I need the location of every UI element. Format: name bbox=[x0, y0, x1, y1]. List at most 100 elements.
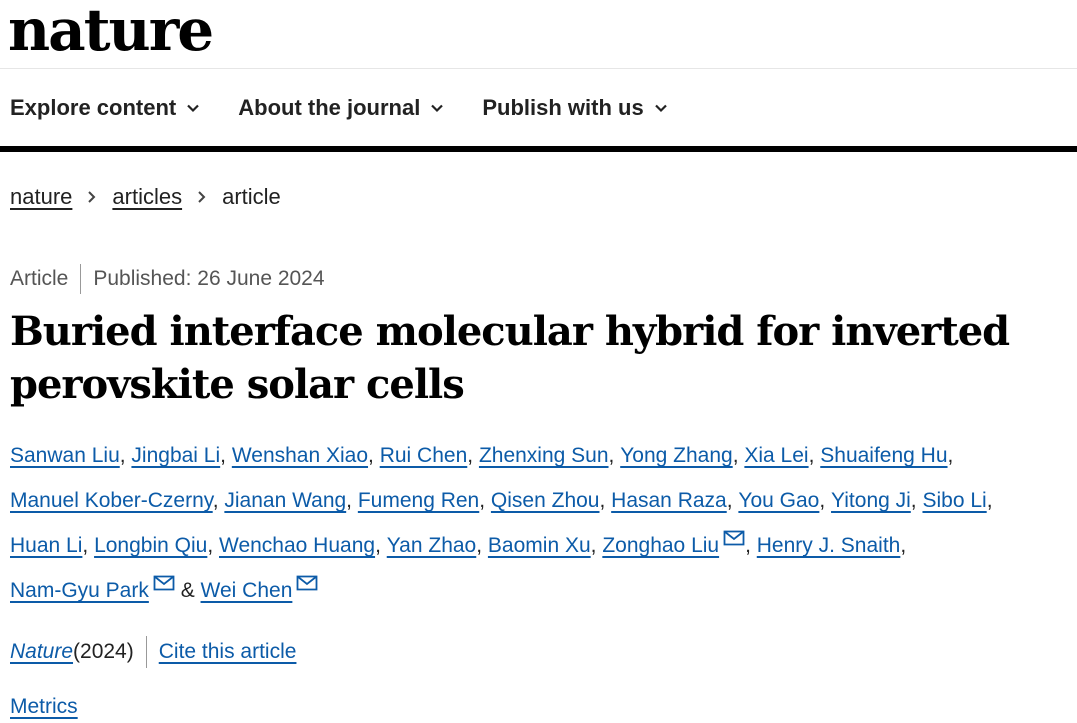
breadcrumb-articles[interactable]: articles bbox=[112, 184, 182, 210]
mail-icon[interactable] bbox=[153, 575, 175, 591]
published-date: Published: 26 June 2024 bbox=[93, 267, 325, 290]
author-separator: , bbox=[212, 489, 225, 512]
author-item: Wei Chen bbox=[201, 575, 319, 602]
author-link[interactable]: Fumeng Ren bbox=[358, 489, 479, 512]
mail-icon[interactable] bbox=[296, 575, 318, 591]
author-link[interactable]: Huan Li bbox=[10, 534, 82, 557]
author-link[interactable]: Zonghao Liu bbox=[602, 534, 719, 557]
author-separator: , bbox=[599, 489, 612, 512]
metrics-link[interactable]: Metrics bbox=[10, 695, 78, 719]
author-item: Yan Zhao, bbox=[387, 534, 488, 557]
author-link[interactable]: Sanwan Liu bbox=[10, 444, 120, 467]
author-link[interactable]: Longbin Qiu bbox=[94, 534, 207, 557]
chevron-down-icon bbox=[187, 104, 200, 113]
meta-divider bbox=[80, 264, 82, 294]
cite-this-article-link[interactable]: Cite this article bbox=[159, 640, 297, 664]
author-item: Jianan Wang, bbox=[224, 489, 357, 512]
author-link[interactable]: Baomin Xu bbox=[488, 534, 591, 557]
author-separator: , bbox=[476, 534, 488, 557]
author-link[interactable]: Jianan Wang bbox=[224, 489, 346, 512]
author-separator: , bbox=[119, 444, 132, 467]
nav-publish-with-us[interactable]: Publish with us bbox=[482, 95, 667, 121]
author-separator: , bbox=[207, 534, 219, 557]
nav-label: Publish with us bbox=[482, 95, 644, 120]
author-item: Baomin Xu, bbox=[488, 534, 602, 557]
author-link[interactable]: Qisen Zhou bbox=[491, 489, 600, 512]
author-item: Manuel Kober-Czerny, bbox=[10, 489, 224, 512]
author-link[interactable]: Nam-Gyu Park bbox=[10, 579, 149, 602]
author-item: You Gao, bbox=[738, 489, 831, 512]
author-link[interactable]: Wenchao Huang bbox=[219, 534, 375, 557]
chevron-down-icon bbox=[654, 104, 667, 113]
author-item: Hasan Raza, bbox=[611, 489, 738, 512]
author-separator: , bbox=[726, 489, 739, 512]
citation-line: Nature (2024) Cite this article bbox=[10, 636, 296, 668]
author-item: Yong Zhang, bbox=[620, 444, 744, 467]
author-link[interactable]: Manuel Kober-Czerny bbox=[10, 489, 213, 512]
breadcrumb-nature[interactable]: nature bbox=[10, 184, 72, 210]
publication-year: (2024) bbox=[73, 640, 134, 663]
nav-rule bbox=[0, 146, 1077, 152]
author-separator: , bbox=[82, 534, 95, 557]
chevron-right-icon bbox=[198, 191, 206, 203]
author-separator: , bbox=[479, 489, 491, 512]
nav-label: About the journal bbox=[238, 95, 421, 120]
author-link[interactable]: Yan Zhao bbox=[387, 534, 477, 557]
author-separator: , bbox=[608, 444, 621, 467]
author-item: Huan Li, bbox=[10, 534, 94, 557]
author-item: Zhenxing Sun, bbox=[479, 444, 620, 467]
nav-label: Explore content bbox=[10, 95, 177, 120]
nature-logo[interactable]: nature bbox=[8, 0, 214, 66]
author-separator: , bbox=[808, 444, 821, 467]
author-item: Henry J. Snaith, bbox=[757, 534, 906, 557]
author-link[interactable]: Wei Chen bbox=[201, 579, 293, 602]
author-separator: , bbox=[900, 534, 907, 557]
author-item: Shuaifeng Hu, bbox=[820, 444, 953, 467]
article-type: Article bbox=[10, 267, 69, 290]
author-separator: , bbox=[467, 444, 479, 467]
author-link[interactable]: Yong Zhang bbox=[620, 444, 733, 467]
author-separator: , bbox=[745, 534, 757, 557]
author-item: Xia Lei, bbox=[744, 444, 820, 467]
author-item: Sibo Li, bbox=[922, 489, 992, 512]
author-link[interactable]: Henry J. Snaith bbox=[757, 534, 901, 557]
author-link[interactable]: Xia Lei bbox=[744, 444, 808, 467]
author-item: Sanwan Liu, bbox=[10, 444, 131, 467]
header-divider bbox=[0, 68, 1077, 69]
author-separator: , bbox=[346, 489, 358, 512]
author-item: Fumeng Ren, bbox=[358, 489, 491, 512]
nav-explore-content[interactable]: Explore content bbox=[10, 95, 200, 121]
author-link[interactable]: Shuaifeng Hu bbox=[820, 444, 947, 467]
journal-link[interactable]: Nature bbox=[10, 640, 73, 664]
author-item: Nam-Gyu Park & bbox=[10, 575, 201, 602]
main-nav: Explore content About the journal Publis… bbox=[10, 90, 706, 126]
article-meta: Article Published: 26 June 2024 bbox=[10, 263, 325, 295]
author-link[interactable]: Yitong Ji bbox=[831, 489, 911, 512]
author-item: Zonghao Liu, bbox=[602, 530, 757, 557]
author-separator: , bbox=[947, 444, 954, 467]
author-link[interactable]: Hasan Raza bbox=[611, 489, 727, 512]
author-link[interactable]: Zhenxing Sun bbox=[479, 444, 609, 467]
author-link[interactable]: Rui Chen bbox=[380, 444, 468, 467]
author-link[interactable]: Jingbai Li bbox=[131, 444, 220, 467]
nav-about-the-journal[interactable]: About the journal bbox=[238, 95, 444, 121]
author-item: Qisen Zhou, bbox=[491, 489, 611, 512]
author-separator: , bbox=[732, 444, 745, 467]
author-separator: , bbox=[910, 489, 923, 512]
author-item: Jingbai Li, bbox=[131, 444, 231, 467]
author-link[interactable]: Sibo Li bbox=[922, 489, 986, 512]
author-separator: , bbox=[819, 489, 832, 512]
article-page: nature Explore content About the journal… bbox=[0, 0, 1077, 723]
citation-divider bbox=[145, 636, 147, 668]
author-separator: , bbox=[368, 444, 380, 467]
breadcrumb: nature articles article bbox=[10, 182, 281, 212]
breadcrumb-current: article bbox=[222, 184, 281, 209]
author-item: Yitong Ji, bbox=[831, 489, 922, 512]
author-list: Sanwan Liu, Jingbai Li, Wenshan Xiao, Ru… bbox=[10, 433, 1075, 613]
mail-icon[interactable] bbox=[723, 530, 745, 546]
author-link[interactable]: You Gao bbox=[738, 489, 819, 512]
author-item: Rui Chen, bbox=[380, 444, 479, 467]
author-separator: , bbox=[590, 534, 603, 557]
chevron-right-icon bbox=[88, 191, 96, 203]
author-link[interactable]: Wenshan Xiao bbox=[232, 444, 368, 467]
